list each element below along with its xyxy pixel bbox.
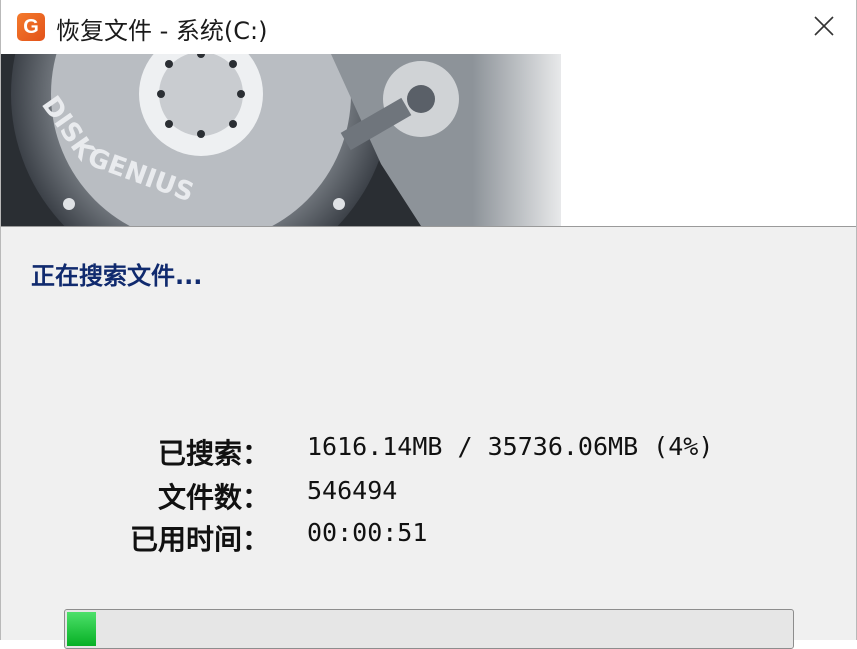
close-button[interactable]	[802, 6, 846, 46]
close-icon	[814, 16, 834, 36]
search-status: 正在搜索文件...	[31, 262, 203, 290]
hard-disk-image: DISK GENIUS	[1, 54, 856, 226]
searched-label: 已搜索：	[157, 437, 270, 470]
recover-files-dialog: G 恢复文件 - 系统(C:) 正在搜索文件... 已搜索： 1616.14MB…	[0, 0, 857, 649]
progress-fill	[67, 612, 96, 646]
diskgenius-logo-icon: G	[17, 13, 45, 41]
title-bar[interactable]: G 恢复文件 - 系统(C:)	[1, 0, 856, 54]
app-icon-letter: G	[23, 16, 39, 38]
searched-value: 1616.14MB / 35736.06MB (4%)	[307, 432, 714, 461]
search-progress-bar	[64, 609, 794, 649]
elapsed-time-label: 已用时间：	[129, 523, 270, 556]
file-count-label: 文件数：	[157, 481, 270, 514]
window-title: 恢复文件 - 系统(C:)	[56, 17, 268, 45]
hard-disk-banner: DISK GENIUS	[1, 54, 856, 227]
file-count-value: 546494	[307, 476, 398, 505]
elapsed-time-value: 00:00:51	[307, 518, 428, 547]
